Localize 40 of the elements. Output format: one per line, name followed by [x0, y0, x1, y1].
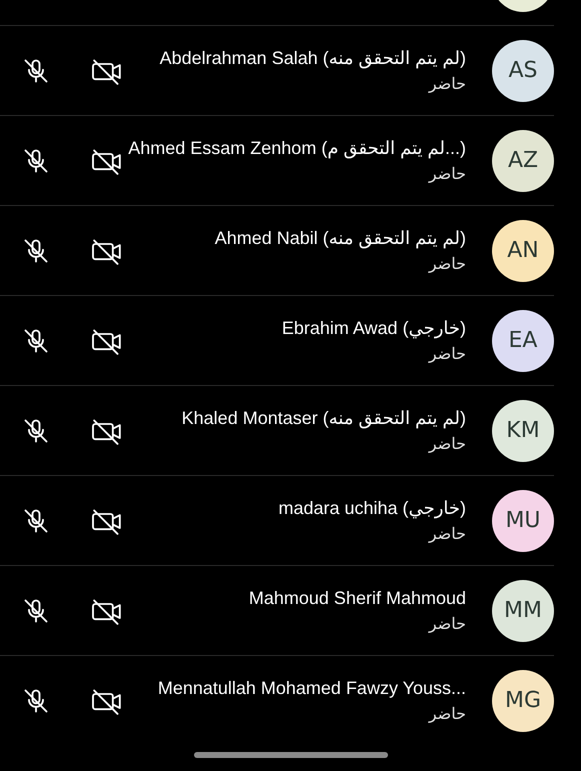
participant-name: Khaled Montaser (لم يتم التحقق منه) — [182, 408, 466, 430]
avatar: EA — [492, 310, 554, 372]
camera-off-icon[interactable] — [90, 686, 124, 714]
camera-off-icon[interactable] — [90, 146, 124, 174]
camera-off-icon[interactable] — [90, 236, 124, 264]
camera-off-icon[interactable] — [90, 596, 124, 624]
mic-off-icon[interactable] — [22, 506, 50, 534]
mic-off-icon[interactable] — [22, 56, 50, 84]
participant-name: Mennatullah Mohamed Fawzy Youss... — [158, 678, 466, 700]
mic-off-icon[interactable] — [22, 686, 50, 714]
camera-off-icon[interactable] — [90, 56, 124, 84]
avatar: MG — [492, 670, 554, 732]
participant-name: madara uchiha (خارجي) — [278, 498, 466, 520]
attendance-status: حاضر — [428, 524, 466, 543]
mic-off-icon[interactable] — [22, 416, 50, 444]
attendance-status: حاضر — [428, 704, 466, 723]
avatar: MM — [492, 580, 554, 642]
attendance-status: حاضر — [428, 254, 466, 273]
attendance-status: حاضر — [428, 434, 466, 453]
attendance-status: حاضر — [428, 74, 466, 93]
avatar: KM — [492, 400, 554, 462]
avatar: AS — [492, 40, 554, 102]
mic-off-icon[interactable] — [22, 326, 50, 354]
participant-name: Mahmoud Sherif Mahmoud — [248, 588, 466, 610]
attendance-status: حاضر — [428, 344, 466, 363]
camera-off-icon[interactable] — [90, 416, 124, 444]
avatar: MU — [492, 490, 554, 552]
participant-name: Ahmed Nabil (لم يتم التحقق منه) — [214, 228, 466, 250]
camera-off-icon[interactable] — [90, 506, 124, 534]
mic-off-icon[interactable] — [22, 236, 50, 264]
mic-off-icon[interactable] — [22, 146, 50, 174]
attendance-status: حاضر — [428, 164, 466, 183]
avatar: AZ — [492, 130, 554, 192]
participant-name: Ahmed Essam Zenhom (لم يتم التحقق م...) — [128, 138, 466, 160]
avatar: AN — [492, 220, 554, 282]
participant-name: Ebrahim Awad (خارجي) — [282, 318, 466, 340]
attendance-status: حاضر — [428, 614, 466, 633]
camera-off-icon[interactable] — [90, 326, 124, 354]
mic-off-icon[interactable] — [22, 596, 50, 624]
participant-name: Abdelrahman Salah (لم يتم التحقق منه) — [160, 48, 466, 70]
